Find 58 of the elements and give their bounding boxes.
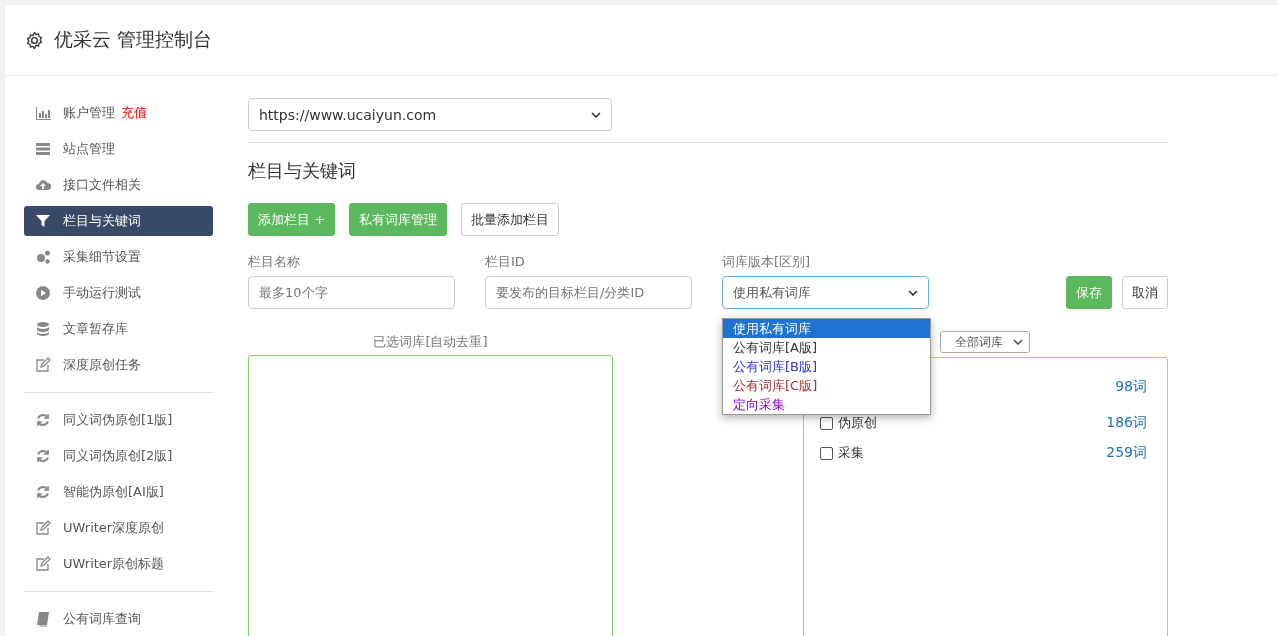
library-name: 采集 [838, 444, 864, 462]
sidebar-item[interactable]: 公有词库查询 [24, 604, 213, 634]
recharge-link[interactable]: 充值 [121, 104, 147, 122]
caret-icon [591, 111, 601, 118]
nav-icon [35, 484, 51, 500]
dropdown-option[interactable]: 公有词库[C版] [723, 376, 930, 395]
field-label: 词库版本[区别] [722, 253, 812, 271]
sidebar-item[interactable]: 智能伪原创[AI版] [24, 477, 213, 507]
panel-label: 已选词库[自动去重] [373, 333, 488, 351]
page-title: 优采云 管理控制台 [54, 27, 213, 52]
sidebar-item[interactable]: 手动运行测试 [24, 278, 213, 308]
sidebar-item[interactable]: UWriter深度原创 [24, 513, 213, 543]
dropdown-option[interactable]: 公有词库[B版] [723, 357, 930, 376]
library-filter-select[interactable]: 全部词库 [940, 331, 1030, 353]
field-label: 栏目ID [485, 253, 526, 271]
word-count: 98词 [1115, 378, 1147, 396]
version-select[interactable]: 使用私有词库 [722, 276, 929, 309]
sidebar-item[interactable]: 栏目与关键词 [24, 206, 213, 236]
nav-icon [35, 249, 51, 265]
sidebar-item[interactable]: 深度原创任务 [24, 350, 213, 380]
nav-icon [35, 285, 51, 301]
sidebar-item[interactable]: 同义词伪原创[2版] [24, 441, 213, 471]
sidebar-item[interactable]: 账户管理 充值 [24, 98, 213, 128]
dropdown-option[interactable]: 使用私有词库 [723, 319, 930, 338]
section-title: 栏目与关键词 [248, 159, 357, 183]
nav-icon [35, 105, 51, 121]
settings-icon [25, 30, 44, 50]
nav-icon [35, 357, 51, 373]
library-name: 伪原创 [838, 414, 877, 432]
word-count: 186词 [1106, 414, 1147, 432]
sidebar-item[interactable]: UWriter原创标题 [24, 549, 213, 579]
nav-icon [35, 177, 51, 193]
sidebar-item[interactable]: 文章暂存库 [24, 314, 213, 344]
caret-icon [1013, 339, 1023, 345]
sidebar-item[interactable]: 同义词伪原创[1版] [24, 405, 213, 435]
nav-icon [35, 611, 51, 627]
checkbox[interactable] [820, 446, 833, 460]
nav-icon [35, 520, 51, 536]
nav-icon [35, 213, 51, 229]
dropdown-option[interactable]: 公有词库[A版] [723, 338, 930, 357]
checkbox[interactable] [820, 416, 833, 430]
dropdown-option[interactable]: 定向采集 [723, 395, 930, 414]
nav-icon [35, 412, 51, 428]
caret-icon [908, 289, 918, 296]
nav-icon [35, 321, 51, 337]
field-label: 栏目名称 [248, 253, 301, 271]
word-count: 259词 [1106, 444, 1147, 462]
cancel-button[interactable]: 取消 [1122, 276, 1168, 309]
sidebar-item[interactable]: 站点管理 [24, 134, 213, 164]
id-field[interactable]: 要发布的目标栏目/分类ID [485, 276, 692, 309]
name-field[interactable]: 最多10个字 [248, 276, 455, 309]
nav-icon [35, 556, 51, 572]
action-button[interactable]: 批量添加栏目 [461, 203, 560, 236]
sidebar-item[interactable]: 采集细节设置 [24, 242, 213, 272]
site-select[interactable]: https://www.ucaiyun.com [248, 98, 612, 131]
nav-icon [35, 141, 51, 157]
sidebar-item[interactable]: 接口文件相关 [24, 170, 213, 200]
nav-icon [35, 448, 51, 464]
